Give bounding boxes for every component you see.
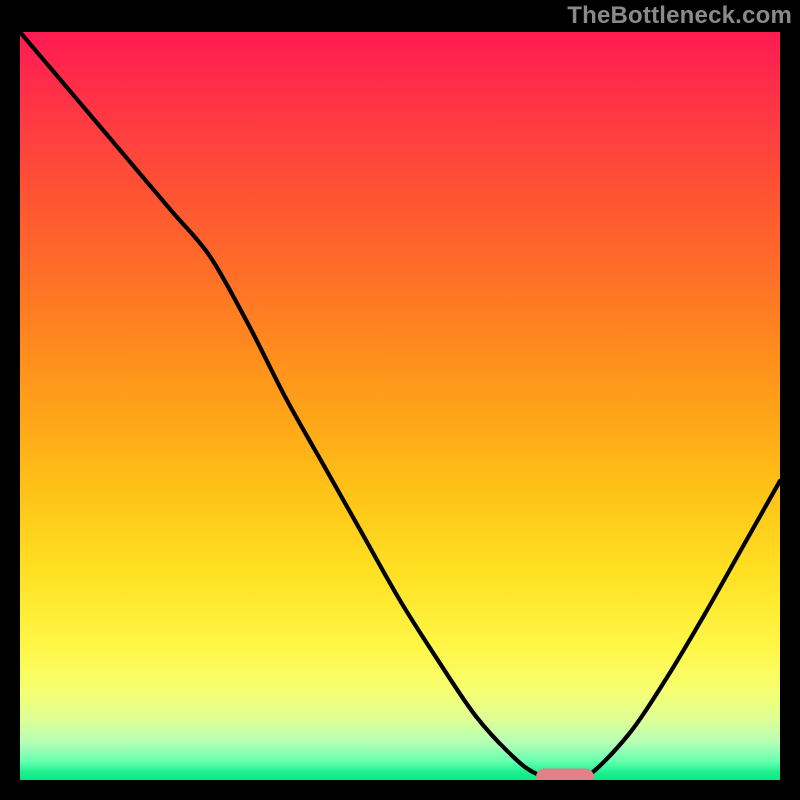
chart-frame: TheBottleneck.com: [0, 0, 800, 800]
watermark-text: TheBottleneck.com: [567, 2, 792, 30]
curve-svg: [20, 32, 780, 780]
minimum-marker: [536, 769, 594, 781]
bottleneck-curve-path: [20, 32, 780, 780]
plot-area: [20, 32, 780, 780]
